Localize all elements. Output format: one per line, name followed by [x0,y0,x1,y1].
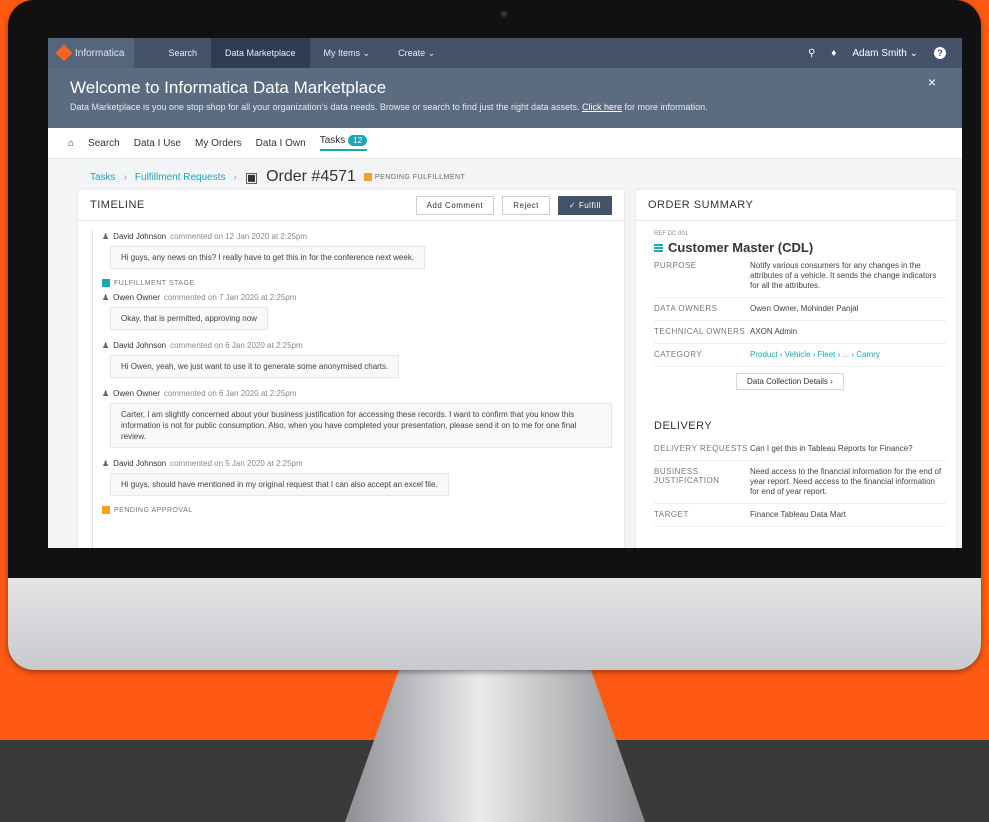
delivery-title: DELIVERY [654,420,713,432]
tab-search[interactable]: Search [88,138,120,149]
app-screen: Informatica Search Data Marketplace My I… [48,38,962,548]
dataset-name: Customer Master (CDL) [654,240,956,255]
nav-search[interactable]: Search [154,38,211,68]
tab-my-orders[interactable]: My Orders [195,138,242,149]
comment-bubble: Okay, that is permitted, approving now [110,307,268,330]
top-nav: Informatica Search Data Marketplace My I… [48,38,962,68]
search-icon[interactable]: ⚲ [808,48,815,59]
tasks-count-badge: 12 [348,135,368,146]
camera-dot [501,11,507,17]
home-icon[interactable]: ⌂ [68,138,74,149]
comment-meta: ♟ Owen Owner commented on 6 Jan 2020 at 2:… [102,389,297,398]
close-icon[interactable]: × [928,74,936,90]
user-icon: ♟ [102,293,110,302]
user-icon: ♟ [102,459,110,468]
category-row: CATEGORY Product › Vehicle › Fleet › ... … [654,344,946,367]
fulfill-button[interactable]: ✓ Fulfill [557,195,612,215]
timeline-panel: TIMELINE Add Comment Reject ✓ Fulfill ♟ D… [78,190,624,548]
tab-tasks[interactable]: Tasks 12 [319,135,368,151]
ref-code: REF DC 001 [654,231,689,237]
add-comment-button[interactable]: Add Comment [415,195,495,215]
target-row: TARGET Finance Tableau Data Mart [654,504,946,527]
sub-nav: ⌂ Search Data I Use My Orders Data I Own… [48,128,962,159]
business-justification-row: BUSINESS JUSTIFICATION Need access to the… [654,461,946,504]
data-collection-details-button[interactable]: Data Collection Details › [736,373,844,390]
pending-approval-stage: PENDING APPROVAL [102,506,624,514]
reject-button[interactable]: Reject [502,195,550,215]
brand[interactable]: Informatica [48,38,135,68]
monitor-chin [8,578,981,670]
nav-my-items[interactable]: My Items ⌄ [310,38,385,68]
order-icon: ▣ [244,168,259,185]
comment-meta: ♟ David Johnson commented on 5 Jan 2020 at… [102,459,303,468]
dataset-icon [654,243,663,252]
brand-name: Informatica [75,47,125,59]
comment-meta: ♟ David Johnson commented on 12 Jan 2020 a… [102,232,308,241]
page-title: Order #4571 [266,168,356,185]
comment-bubble: Hi guys, any news on this? I really have… [110,246,426,269]
user-icon: ♟ [102,232,110,241]
user-menu[interactable]: Adam Smith ⌄ [852,48,918,59]
nav-data-marketplace[interactable]: Data Marketplace [211,38,310,68]
purpose-row: PURPOSE Notify various consumers for any … [654,255,946,298]
comment-meta: ♟ Owen Owner commented on 7 Jan 2020 at 2:… [102,293,297,302]
fulfillment-stage: FULFILLMENT STAGE [102,279,624,287]
breadcrumb-separator: › [123,171,127,183]
comment-bubble: Hi guys, should have mentioned in my ori… [110,473,449,496]
pending-icon [363,173,372,181]
technical-owners-row: TECHNICAL OWNERS AXON Admin [654,321,946,344]
banner-text: Data Marketplace is you one stop shop fo… [70,102,708,112]
status-badge: PENDING FULFILLMENT [363,173,465,181]
summary-title: ORDER SUMMARY [648,199,754,211]
informatica-logo-icon [55,44,73,62]
tab-data-i-own[interactable]: Data I Own [256,138,306,149]
comment-meta: ♟ David Johnson commented on 6 Jan 2020 at… [102,341,303,350]
tab-data-i-use[interactable]: Data I Use [134,138,181,149]
banner-title: Welcome to Informatica Data Marketplace [70,78,387,97]
timeline-rail [92,229,93,548]
category-link[interactable]: Product › Vehicle › Fleet › ... › Camry [750,350,946,360]
breadcrumb-separator: › [233,171,237,183]
help-icon[interactable]: ? [934,47,946,59]
stage-icon [102,506,110,514]
delivery-requests-row: DELIVERY REQUESTS Can I get this in Table… [654,438,946,461]
stage-icon [102,279,110,287]
banner-link[interactable]: Click here [582,102,622,112]
welcome-banner: Welcome to Informatica Data Marketplace … [48,68,962,128]
nav-create[interactable]: Create ⌄ [384,38,449,68]
data-owners-row: DATA OWNERS Owen Owner, Mohinder Panjal [654,298,946,321]
timeline-entries: ♟ David Johnson commented on 12 Jan 2020 a… [78,221,624,548]
breadcrumb-tasks[interactable]: Tasks [90,172,116,183]
comment-bubble: Carter, I am slightly concerned about yo… [110,403,612,448]
monitor-stand [345,670,645,822]
breadcrumb-fulfillment[interactable]: Fulfillment Requests [135,172,226,183]
timeline-title: TIMELINE [90,199,145,211]
notifications-bell-icon[interactable]: ♦ [831,48,836,59]
comment-bubble: Hi Owen, yeah, we just want to use it to… [110,355,400,378]
user-icon: ♟ [102,389,110,398]
user-icon: ♟ [102,341,110,350]
order-summary-panel: ORDER SUMMARY REF DC 001 Customer Master… [636,190,956,548]
